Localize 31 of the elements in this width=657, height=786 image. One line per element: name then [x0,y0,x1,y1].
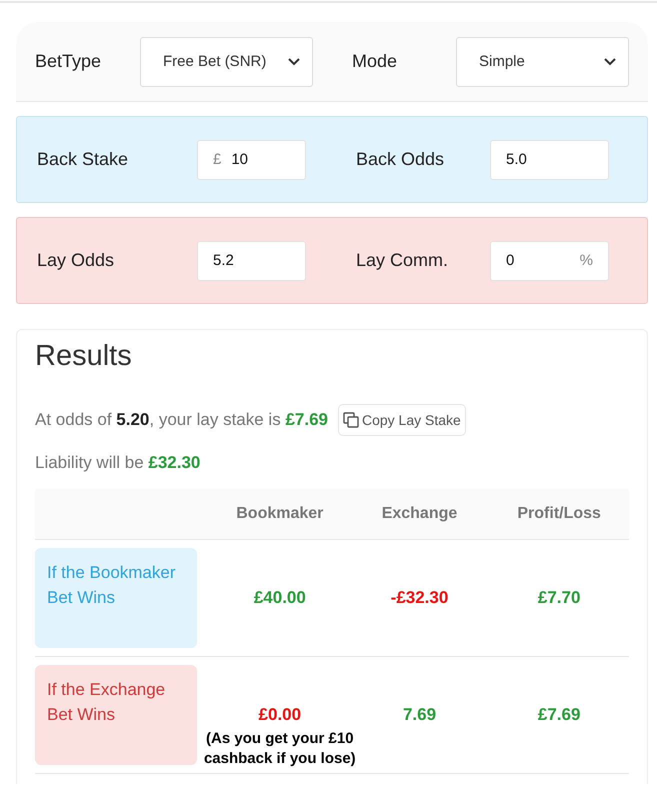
select-dropdown[interactable]: Simple [456,36,629,86]
liability-text: Liability will be £32.30 [35,453,200,473]
chevron-down-icon [288,58,300,66]
field-label: Lay Comm. [356,250,450,271]
table-cell: £7.70 [538,588,580,607]
copy-icon [342,412,359,428]
annotation-text: (As you get your £10 cashback if you lose) [202,729,357,769]
column-header: Exchange [380,505,458,523]
copy-lay-stake-button[interactable]: Copy Lay Stake [338,404,466,436]
input-field[interactable]: 5.2 [197,240,306,280]
table-cell: £7.69 [538,705,580,724]
lay-stake-text: At odds of 5.20, your lay stake is £7.69 [35,410,328,430]
outcome-label: If the Bookmaker Bet Wins [35,548,197,648]
input-field[interactable]: 5.0 [490,140,609,180]
field-label: Back Stake [37,149,130,170]
table-cell: £0.00 [258,705,302,724]
table-cell: 7.69 [402,705,436,724]
outcome-label: If the Exchange Bet Wins [35,665,197,765]
table-cell: £40.00 [254,588,306,607]
field-label: Lay Odds [37,250,116,271]
column-header: Profit/Loss [516,505,602,523]
input-field[interactable]: £ 10 [197,140,306,180]
input-field[interactable]: 0 % [490,240,609,280]
results-title: Results [35,340,133,373]
select-dropdown[interactable]: Free Bet (SNR) [140,36,313,86]
setting-label: BetType [35,51,102,72]
chevron-down-icon [604,58,616,66]
table-cell: -£32.30 [390,588,448,607]
setting-label: Mode [352,51,398,72]
column-header: Bookmaker [235,505,324,523]
field-label: Back Odds [356,149,446,170]
